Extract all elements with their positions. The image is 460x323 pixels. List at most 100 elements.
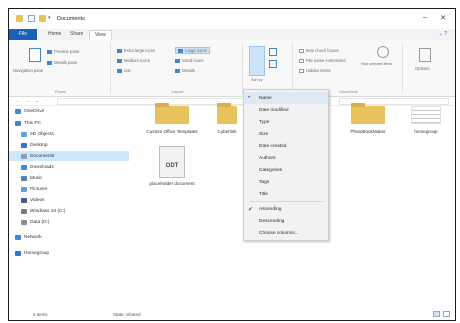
large-icons-icon — [178, 48, 183, 53]
menu-item-date-created[interactable]: Date created — [244, 140, 328, 152]
folder-icon — [155, 103, 189, 124]
sidebar-item-label: Documents — [30, 153, 55, 159]
item-count: 6 items — [33, 312, 48, 317]
group-by-icon[interactable] — [269, 48, 277, 56]
music-note-icon — [21, 175, 27, 181]
close-button[interactable]: ✕ — [437, 14, 449, 22]
menu-item-title[interactable]: Title — [244, 188, 328, 200]
network-icon — [15, 234, 21, 240]
hidden-items-label: Hidden items — [306, 68, 331, 73]
menu-item-name[interactable]: • Name — [244, 92, 328, 104]
new-folder-icon[interactable] — [39, 15, 46, 22]
tab-home[interactable]: Home — [43, 30, 66, 40]
file-item[interactable]: Cyberlink — [207, 103, 247, 134]
item-check-boxes-label: Item check boxes — [306, 48, 339, 53]
sidebar-item-label: Windows 10 (C:) — [30, 208, 66, 214]
help-icon[interactable]: ⌄ ? — [439, 31, 447, 37]
tab-share[interactable]: Share — [65, 30, 88, 40]
sidebar-item-desktop[interactable]: Desktop — [9, 140, 129, 150]
share-state: State: Shared — [113, 312, 141, 317]
layout-large-icons[interactable]: Large icons — [185, 48, 207, 53]
menu-item-tags[interactable]: Tags — [244, 176, 328, 188]
back-arrow-icon[interactable]: ← — [15, 98, 20, 104]
hide-selected-icon[interactable] — [377, 46, 389, 58]
documents-icon — [21, 153, 27, 159]
sidebar-item-this-pc[interactable]: This PC — [9, 118, 129, 128]
details-pane-button[interactable]: Details pane — [54, 60, 77, 65]
file-item[interactable]: homegroup — [397, 106, 455, 134]
preview-pane-button[interactable]: Preview pane — [54, 49, 79, 54]
details-view-icon[interactable] — [433, 311, 440, 317]
computer-icon — [15, 120, 21, 126]
layout-medium-icons[interactable]: Medium icons — [124, 58, 150, 63]
hidden-items-checkbox[interactable] — [299, 68, 304, 73]
file-name: placeholder document — [149, 181, 195, 186]
file-name: homegroup — [414, 129, 438, 134]
sidebar-item-network[interactable]: Network — [9, 232, 129, 242]
file-item[interactable]: PhotoBookMaker — [339, 103, 397, 134]
add-columns-icon[interactable] — [269, 60, 277, 68]
navigation-pane-icon[interactable] — [29, 48, 41, 62]
sidebar-item-onedrive[interactable]: OneDrive — [9, 106, 129, 116]
menu-item-ascending[interactable]: ✔ Ascending — [244, 203, 328, 215]
sidebar-item-homegroup[interactable]: Homegroup — [9, 248, 129, 258]
tab-file[interactable]: File — [9, 29, 37, 40]
window-title: Documents — [57, 16, 85, 22]
sidebar-item-label: This PC — [24, 120, 42, 126]
menu-item-size[interactable]: Size — [244, 128, 328, 140]
options-button[interactable]: Options — [415, 66, 429, 71]
sidebar-item-pictures[interactable]: Pictures — [9, 184, 129, 194]
up-arrow-icon[interactable]: ↑ — [45, 98, 48, 104]
homegroup-icon — [15, 250, 21, 256]
sort-by-button[interactable] — [249, 46, 265, 76]
drive-icon — [21, 208, 27, 214]
layout-details[interactable]: Details — [182, 68, 195, 73]
minimize-button[interactable]: ‒ — [419, 14, 431, 21]
recent-chevron-icon[interactable]: ⌄ — [35, 98, 39, 104]
large-icons-view-icon[interactable] — [443, 311, 450, 317]
title-bar: ▾ Documents ‒ ✕ — [9, 9, 455, 29]
folder-icon — [217, 103, 237, 124]
sidebar-item-videos[interactable]: Videos — [9, 195, 129, 205]
sidebar-item-music[interactable]: Music — [9, 173, 129, 183]
layout-small-icons[interactable]: Small icons — [182, 58, 203, 63]
file-name-extensions-checkbox[interactable] — [299, 58, 304, 63]
sidebar-item-drive-d[interactable]: Data (D:) — [9, 217, 129, 227]
cube-icon — [21, 131, 27, 137]
panes-group: Navigation pane Preview pane Details pan… — [11, 42, 111, 94]
menu-item-type[interactable]: Type — [244, 116, 328, 128]
file-item[interactable]: ODT placeholder document — [143, 146, 201, 186]
tab-view[interactable]: View — [89, 30, 112, 40]
video-icon — [21, 197, 27, 203]
sidebar-item-documents[interactable]: Documents — [9, 151, 129, 161]
sidebar-item-downloads[interactable]: Downloads — [9, 162, 129, 172]
sidebar-item-drive-c[interactable]: Windows 10 (C:) — [9, 206, 129, 216]
properties-icon[interactable] — [28, 15, 35, 22]
sort-by-menu: • Name Date modified Type Size Date creat… — [243, 89, 329, 241]
pictures-icon — [21, 186, 27, 192]
sidebar-item-3d-objects[interactable]: 3D Objects — [9, 129, 129, 139]
sidebar-item-label: Data (D:) — [30, 219, 50, 225]
sidebar-item-label: Pictures — [30, 186, 48, 192]
sidebar-item-label: Desktop — [30, 142, 48, 148]
options-icon[interactable] — [419, 48, 431, 62]
dropdown-chevron-icon[interactable]: ▾ — [48, 15, 55, 22]
menu-item-label: Size — [259, 131, 269, 137]
download-arrow-icon — [21, 164, 27, 170]
menu-item-date-modified[interactable]: Date modified — [244, 104, 328, 116]
menu-item-choose-columns[interactable]: Choose columns... — [244, 227, 328, 239]
navigation-pane-button[interactable]: Navigation pane — [13, 68, 43, 73]
menu-item-authors[interactable]: Authors — [244, 152, 328, 164]
menu-item-label: Authors — [259, 155, 276, 161]
menu-item-descending[interactable]: Descending — [244, 215, 328, 227]
layout-list[interactable]: List — [124, 68, 131, 73]
item-check-boxes-checkbox[interactable] — [299, 48, 304, 53]
layout-extra-large-icons[interactable]: Extra large icons — [124, 48, 155, 53]
menu-item-label: Date modified — [259, 107, 289, 113]
menu-item-categories[interactable]: Categories — [244, 164, 328, 176]
ribbon-tabs: File Home Share View ⌄ ? — [9, 29, 455, 40]
file-name: Custom Office Templates — [146, 129, 198, 134]
hide-selected-button[interactable]: Hide selected items — [361, 62, 392, 66]
forward-arrow-icon[interactable]: → — [25, 98, 30, 104]
file-item[interactable]: Custom Office Templates — [143, 103, 201, 134]
